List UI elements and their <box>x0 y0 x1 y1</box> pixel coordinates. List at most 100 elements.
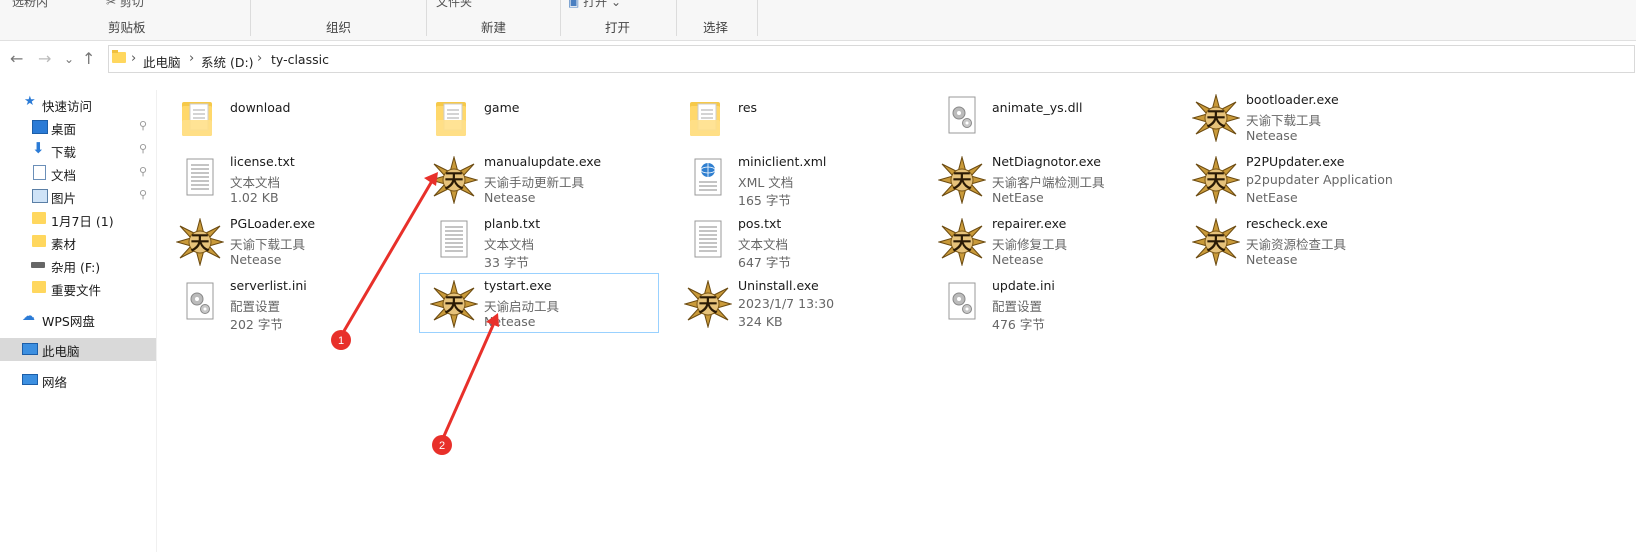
sidebar-item-wps-cloud[interactable]: ☁ WPS网盘 <box>0 308 156 330</box>
file-name: pos.txt <box>738 216 782 231</box>
file-name: tystart.exe <box>484 278 552 293</box>
file-type: 天谕手动更新工具 <box>484 175 585 190</box>
file-name: rescheck.exe <box>1246 216 1328 231</box>
pin-icon[interactable]: ⚲ <box>139 188 147 201</box>
file-item[interactable]: 天 repairer.exe 天谕修复工具 Netease <box>928 212 1166 270</box>
file-name: animate_ys.dll <box>992 100 1083 115</box>
ribbon-separator <box>757 0 758 36</box>
file-name: NetDiagnotor.exe <box>992 154 1101 169</box>
file-name: download <box>230 100 291 115</box>
chevron-right-icon[interactable]: › <box>257 51 262 66</box>
forward-button[interactable]: → <box>38 50 51 68</box>
file-item[interactable]: download <box>166 88 404 146</box>
svg-text:2: 2 <box>439 440 445 452</box>
pin-icon[interactable]: ⚲ <box>139 119 147 132</box>
file-name: update.ini <box>992 278 1055 293</box>
pin-icon[interactable]: ⚲ <box>139 142 147 155</box>
file-detail: 476 字节 <box>992 317 1045 332</box>
ribbon-separator <box>676 0 677 36</box>
file-name: miniclient.xml <box>738 154 827 169</box>
breadcrumb-this-pc[interactable]: 此电脑 <box>143 52 181 71</box>
ribbon-fragment-select-all[interactable]: 选粉内 <box>12 0 48 10</box>
file-item[interactable]: miniclient.xml XML 文档 165 字节 <box>674 150 912 208</box>
file-type: 天谕下载工具 <box>230 237 306 252</box>
file-item[interactable]: 天 P2PUpdater.exe p2pupdater Application Net… <box>1182 150 1420 208</box>
svg-text:天: 天 <box>1206 108 1226 130</box>
drive-icon <box>31 262 45 268</box>
annotation-marker-2: 2 <box>432 435 452 455</box>
sidebar-item-documents[interactable]: 文档 ⚲ <box>0 162 156 184</box>
sidebar-item-network[interactable]: 网络 <box>0 369 156 391</box>
file-item[interactable]: game <box>420 88 658 146</box>
file-type: 文本文档 <box>738 237 789 252</box>
ribbon-separator <box>560 0 561 36</box>
file-item[interactable]: planb.txt 文本文档 33 字节 <box>420 212 658 270</box>
file-item[interactable]: 天 manualupdate.exe 天谕手动更新工具 Netease <box>420 150 658 208</box>
pin-icon[interactable]: ⚲ <box>139 165 147 178</box>
sidebar-item-this-pc[interactable]: 此电脑 <box>0 338 156 361</box>
chevron-right-icon[interactable]: › <box>189 51 194 66</box>
chevron-down-icon: ⌄ <box>611 0 622 9</box>
file-item[interactable]: serverlist.ini 配置设置 202 字节 <box>166 274 404 332</box>
sidebar-item-label: 文档 <box>51 168 77 183</box>
ribbon-group-select: 选择 <box>703 20 729 35</box>
file-detail: 33 字节 <box>484 255 529 270</box>
ribbon-fragment-open[interactable]: ▣ 打开 ⌄ <box>568 0 621 10</box>
file-item[interactable]: 天 PGLoader.exe 天谕下载工具 Netease <box>166 212 404 270</box>
ribbon-group-clipboard: 剪贴板 <box>108 20 146 35</box>
sidebar-item-quick-access[interactable]: ★ 快速访问 <box>0 93 156 115</box>
file-type: 配置设置 <box>230 299 281 314</box>
navigation-bar: ← → ⌄ ↑ › 此电脑 › 系统 (D:) › ty-classic <box>0 42 1636 76</box>
file-type: 天谕客户端检测工具 <box>992 175 1105 190</box>
sidebar-item-label: 下载 <box>51 145 77 160</box>
file-name: PGLoader.exe <box>230 216 316 231</box>
sidebar-item-label: 1月7日 (1) <box>51 214 114 229</box>
address-bar[interactable]: › 此电脑 › 系统 (D:) › ty-classic <box>108 45 1635 73</box>
file-name: planb.txt <box>484 216 541 231</box>
up-button[interactable]: ↑ <box>82 50 95 68</box>
file-type: 天谕启动工具 <box>484 299 560 314</box>
annotation-marker-1: 1 <box>331 330 351 350</box>
sidebar-item-important[interactable]: 重要文件 <box>0 277 156 299</box>
pane-divider[interactable] <box>156 90 157 552</box>
svg-text:天: 天 <box>952 170 972 192</box>
file-item[interactable]: 天 bootloader.exe 天谕下载工具 Netease <box>1182 88 1420 146</box>
svg-text:天: 天 <box>444 170 464 192</box>
breadcrumb-system-d[interactable]: 系统 (D:) <box>201 52 254 71</box>
chevron-right-icon[interactable]: › <box>131 51 136 66</box>
file-name: manualupdate.exe <box>484 154 602 169</box>
breadcrumb-ty-classic[interactable]: ty-classic <box>271 52 329 67</box>
file-item[interactable]: animate_ys.dll <box>928 88 1166 146</box>
file-item[interactable]: 天 Uninstall.exe 2023/1/7 13:30 324 KB <box>674 274 912 332</box>
picture-icon <box>32 189 48 203</box>
back-button[interactable]: ← <box>10 50 23 68</box>
file-type: XML 文档 <box>738 175 794 190</box>
computer-icon <box>22 343 38 355</box>
file-item[interactable]: pos.txt 文本文档 647 字节 <box>674 212 912 270</box>
sidebar-item-desktop[interactable]: 桌面 ⚲ <box>0 116 156 138</box>
recent-locations-dropdown[interactable]: ⌄ <box>64 50 74 68</box>
sidebar-item-jan7[interactable]: 1月7日 (1) <box>0 208 156 230</box>
sidebar-item-drive-f[interactable]: 杂用 (F:) <box>0 254 156 276</box>
file-item[interactable]: license.txt 文本文档 1.02 KB <box>166 150 404 208</box>
file-item[interactable]: res <box>674 88 912 146</box>
file-name: license.txt <box>230 154 295 169</box>
file-item[interactable]: update.ini 配置设置 476 字节 <box>928 274 1166 332</box>
sidebar-item-label: 网络 <box>42 375 68 390</box>
folder-icon <box>112 50 126 63</box>
file-name: serverlist.ini <box>230 278 307 293</box>
ribbon-fragment-cut[interactable]: ✂ 剪切 <box>106 0 144 10</box>
file-item[interactable]: 天 rescheck.exe 天谕资源检查工具 Netease <box>1182 212 1420 270</box>
cut-label: 剪切 <box>119 0 144 9</box>
sidebar-item-sucai[interactable]: 素材 <box>0 231 156 253</box>
open-label: 打开 <box>583 0 608 9</box>
sidebar-item-downloads[interactable]: ⬇ 下载 ⚲ <box>0 139 156 161</box>
file-type: 天谕资源检查工具 <box>1246 237 1347 252</box>
svg-text:天: 天 <box>1206 232 1226 254</box>
ribbon-fragment-folder[interactable]: 文件夹 <box>436 0 472 10</box>
sidebar-item-pictures[interactable]: 图片 ⚲ <box>0 185 156 207</box>
ribbon: 选粉内 ✂ 剪切 文件夹 ▣ 打开 ⌄ 剪贴板 组织 新建 打开 选择 <box>0 0 1636 41</box>
file-detail: 647 字节 <box>738 255 791 270</box>
file-item[interactable]: 天 NetDiagnotor.exe 天谕客户端检测工具 NetEase <box>928 150 1166 208</box>
file-item[interactable]: 天 tystart.exe 天谕启动工具 Netease <box>419 273 659 333</box>
